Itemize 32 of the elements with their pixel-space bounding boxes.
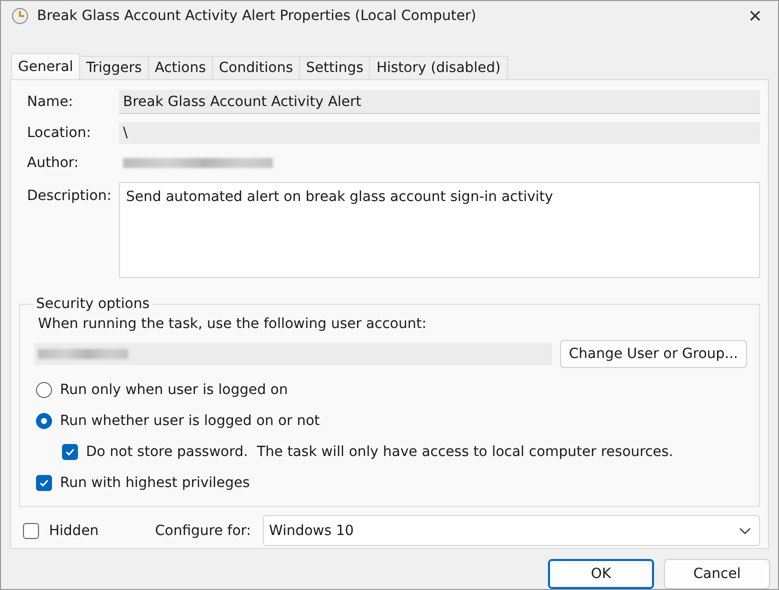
option-label: Run whether user is logged on or not bbox=[60, 412, 320, 428]
configure-label: Configure for: bbox=[155, 522, 252, 538]
configure-dropdown[interactable]: Windows 10 bbox=[263, 515, 760, 546]
checkbox[interactable] bbox=[23, 522, 39, 538]
name-field[interactable]: Break Glass Account Activity Alert bbox=[119, 90, 760, 114]
checkmark-icon bbox=[39, 478, 49, 488]
option-label: Do not store password. The task will only have access to local computer resources. bbox=[86, 444, 674, 460]
window-title: Break Glass Account Activity Alert Properties (Local Computer) bbox=[37, 8, 478, 24]
dialog-button[interactable]: OK bbox=[548, 559, 654, 589]
option-label: Run only when user is logged on bbox=[60, 382, 288, 398]
checkbox[interactable] bbox=[36, 474, 52, 490]
radio-button[interactable] bbox=[36, 382, 52, 398]
hidden-label: Hidden bbox=[49, 522, 99, 538]
option-label: Run with highest privileges bbox=[60, 474, 250, 490]
tab[interactable]: History (disabled) bbox=[369, 56, 508, 79]
account-label: When running the task, use the following user account: bbox=[38, 316, 428, 332]
radio-button[interactable] bbox=[36, 412, 52, 428]
field-label: Author: bbox=[26, 155, 80, 171]
group-title: Security options bbox=[35, 296, 151, 312]
checkbox[interactable] bbox=[62, 444, 78, 460]
checkmark-icon bbox=[65, 446, 75, 456]
dialog-button[interactable]: Cancel bbox=[664, 559, 770, 589]
chevron-down-icon bbox=[739, 526, 751, 534]
tab[interactable]: General bbox=[11, 53, 80, 79]
clock-icon bbox=[11, 7, 29, 26]
close-button[interactable]: ✕ bbox=[742, 2, 768, 31]
location-field: \ bbox=[119, 122, 760, 144]
field-label: Description: bbox=[26, 187, 112, 204]
field-label: Name: bbox=[26, 94, 74, 110]
change-user-button[interactable]: Change User or Group... bbox=[560, 340, 747, 368]
field-label: Location: bbox=[26, 125, 92, 141]
description-field[interactable]: Send automated alert on break glass account sign-in activity bbox=[119, 182, 760, 278]
